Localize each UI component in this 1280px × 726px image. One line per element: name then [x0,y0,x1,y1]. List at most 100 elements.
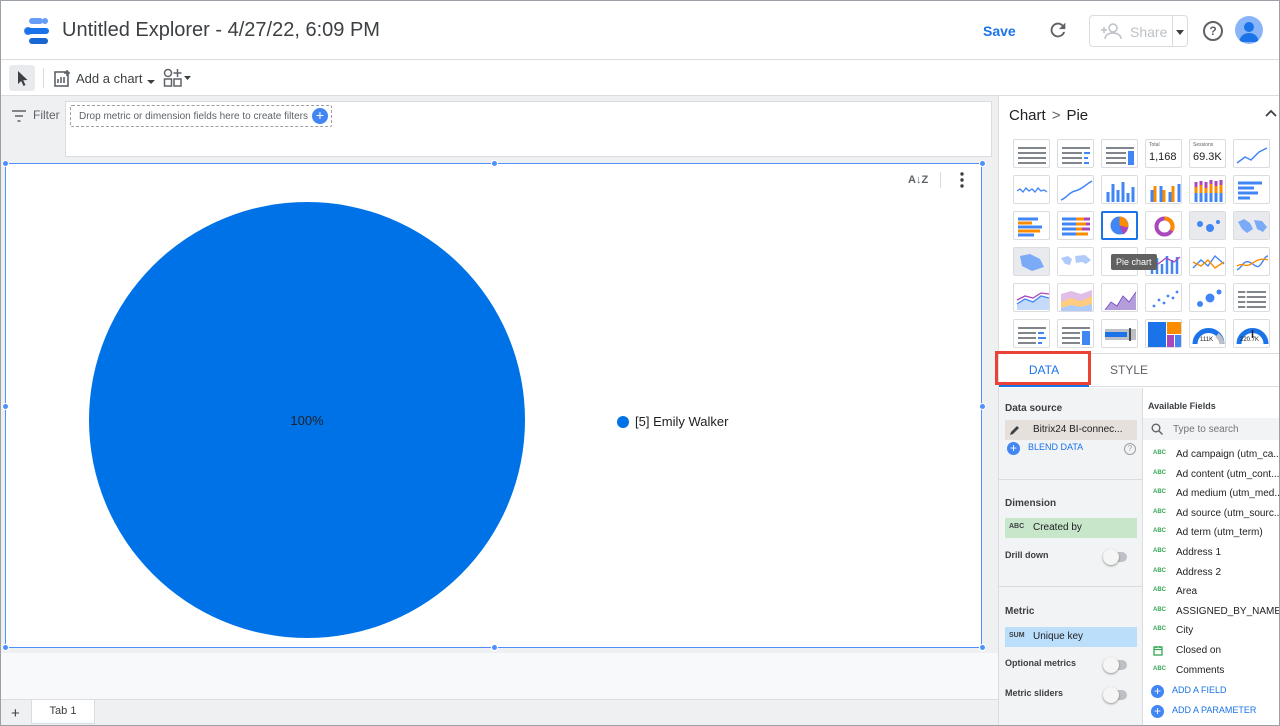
field-search-input[interactable] [1173,421,1278,437]
chart-type-percent-area[interactable] [1101,283,1138,312]
chart-type-bar[interactable] [1233,175,1270,204]
person-icon [1239,22,1259,42]
field-item[interactable]: ABC Ad source (utm_sourc... [1143,505,1279,524]
legend-item[interactable]: [5] Emily Walker [617,414,728,429]
select-tool-button[interactable] [9,65,35,91]
resize-handle[interactable] [979,403,986,410]
optional-metrics-toggle[interactable] [1103,657,1127,673]
chart-type-treemap[interactable] [1145,319,1182,348]
filter-drop-area[interactable]: Drop metric or dimension fields here to … [65,101,992,157]
chart-type-scorecard-compact[interactable]: Sessions 69.3K [1189,139,1226,168]
share-button[interactable]: Share [1089,15,1173,47]
chart-type-grouped-bar[interactable] [1013,211,1050,240]
field-type-tag: ABC [1153,567,1166,574]
dimension-label: Dimension [1005,498,1057,509]
add-parameter-button[interactable]: + ADD A PARAMETER [1151,705,1256,718]
report-title[interactable]: Untitled Explorer - 4/27/22, 6:09 PM [62,19,380,42]
thumb-value: 111K [1200,337,1214,343]
chart-type-google-maps-bubble[interactable] [1189,211,1226,240]
field-item[interactable]: ABC Ad campaign (utm_ca... [1143,446,1279,465]
field-search[interactable] [1143,418,1279,440]
chart-type-table-bars[interactable] [1057,139,1094,168]
dimension-chip[interactable]: ABC Created by [1005,518,1137,538]
chart-type-pivot-table-heatmap[interactable] [1057,319,1094,348]
field-name: Address 2 [1176,566,1222,578]
chart-type-donut[interactable] [1145,211,1182,240]
blend-data-button[interactable]: + BLEND DATA [1007,442,1083,455]
add-field-button[interactable]: + ADD A FIELD [1151,685,1227,698]
chart-type-sparkline[interactable] [1013,175,1050,204]
drill-down-toggle[interactable] [1103,549,1127,565]
filter-drop-zone[interactable]: Drop metric or dimension fields here to … [70,105,332,127]
save-button[interactable]: Save [983,23,1016,39]
field-name: Ad content (utm_cont... [1176,468,1280,480]
chart-type-stacked-area[interactable] [1057,283,1094,312]
field-item[interactable]: ABC Ad medium (utm_med... [1143,485,1279,504]
chart-type-google-maps-filled[interactable] [1013,247,1050,276]
more-options-icon[interactable] [959,172,965,188]
chart-type-gauge-ranges[interactable]: 220.7K [1233,319,1270,348]
sort-icon[interactable]: A↓Z [908,174,928,186]
resize-handle[interactable] [979,644,986,651]
tab-page-1[interactable]: Tab 1 [31,700,95,724]
chart-type-line[interactable] [1189,247,1226,276]
chart-type-smoothed-multi-line[interactable] [1233,247,1270,276]
chart-type-smoothed-line[interactable] [1057,175,1094,204]
chart-type-stacked-bar[interactable] [1057,211,1094,240]
breadcrumb-root: Chart [1009,107,1046,124]
pie-slice-label: 100% [290,413,324,428]
chart-type-grouped-column[interactable] [1145,175,1182,204]
plus-icon: + [1151,705,1164,718]
field-item[interactable]: ABC City [1143,622,1279,641]
field-item[interactable]: ABC Address 2 [1143,564,1279,583]
data-source-chip[interactable]: Bitrix24 BI-connec... [1005,420,1137,440]
share-menu-button[interactable] [1172,15,1188,47]
resize-handle[interactable] [491,160,498,167]
chart-type-scorecard[interactable]: Total 1,168 [1145,139,1182,168]
chart-type-pie[interactable] [1101,211,1138,240]
avatar[interactable] [1235,16,1263,44]
resize-handle[interactable] [491,644,498,651]
field-item[interactable]: ABC Ad term (utm_term) [1143,524,1279,543]
chart-type-scatter[interactable] [1145,283,1182,312]
pie-chart: 100% [89,202,525,638]
chevron-up-icon[interactable] [1265,109,1277,117]
resize-handle[interactable] [2,644,9,651]
field-item[interactable]: ABC Area [1143,583,1279,602]
search-icon [1151,423,1163,435]
field-item[interactable]: Closed on [1143,642,1279,661]
chart-type-pivot-table-bars[interactable] [1013,319,1050,348]
chart-type-area[interactable] [1013,283,1050,312]
metric-sliders-toggle[interactable] [1103,687,1127,703]
help-icon[interactable]: ? [1124,443,1136,455]
resize-handle[interactable] [2,403,9,410]
tab-style[interactable]: STYLE [1089,354,1169,387]
add-control-button[interactable] [163,68,193,93]
chart-type-geo-map-world[interactable] [1057,247,1094,276]
pencil-icon[interactable] [1009,424,1021,436]
metric-chip[interactable]: SUM Unique key [1005,627,1137,647]
chart-type-geo-map[interactable] [1233,211,1270,240]
chart-type-table[interactable] [1013,139,1050,168]
refresh-icon[interactable] [1047,19,1069,41]
field-item[interactable]: ABC Address 1 [1143,544,1279,563]
add-filter-plus-icon[interactable]: + [312,108,328,124]
resize-handle[interactable] [2,160,9,167]
field-name: City [1176,625,1194,637]
add-chart-button[interactable]: Add a chart [54,69,160,87]
chart-type-bubble[interactable] [1189,283,1226,312]
chart-type-stacked-column[interactable] [1189,175,1226,204]
resize-handle[interactable] [979,160,986,167]
chart-type-gauge[interactable]: 111K [1189,319,1226,348]
add-page-button[interactable]: + [11,705,20,722]
help-icon[interactable]: ? [1203,21,1223,41]
chart-type-table-heatmap[interactable] [1101,139,1138,168]
chart-type-bullet[interactable] [1101,319,1138,348]
field-item[interactable]: ABC Ad content (utm_cont... [1143,466,1280,485]
field-item[interactable]: ABC Comments [1143,662,1279,681]
chart-type-column[interactable] [1101,175,1138,204]
field-item[interactable]: ABC ASSIGNED_BY_NAME [1143,603,1279,622]
chart-type-time-series[interactable] [1233,139,1270,168]
chart-type-pivot-table[interactable] [1233,283,1270,312]
pie-chart-component[interactable]: A↓Z 100% [5] Emily Walker [2,160,986,651]
